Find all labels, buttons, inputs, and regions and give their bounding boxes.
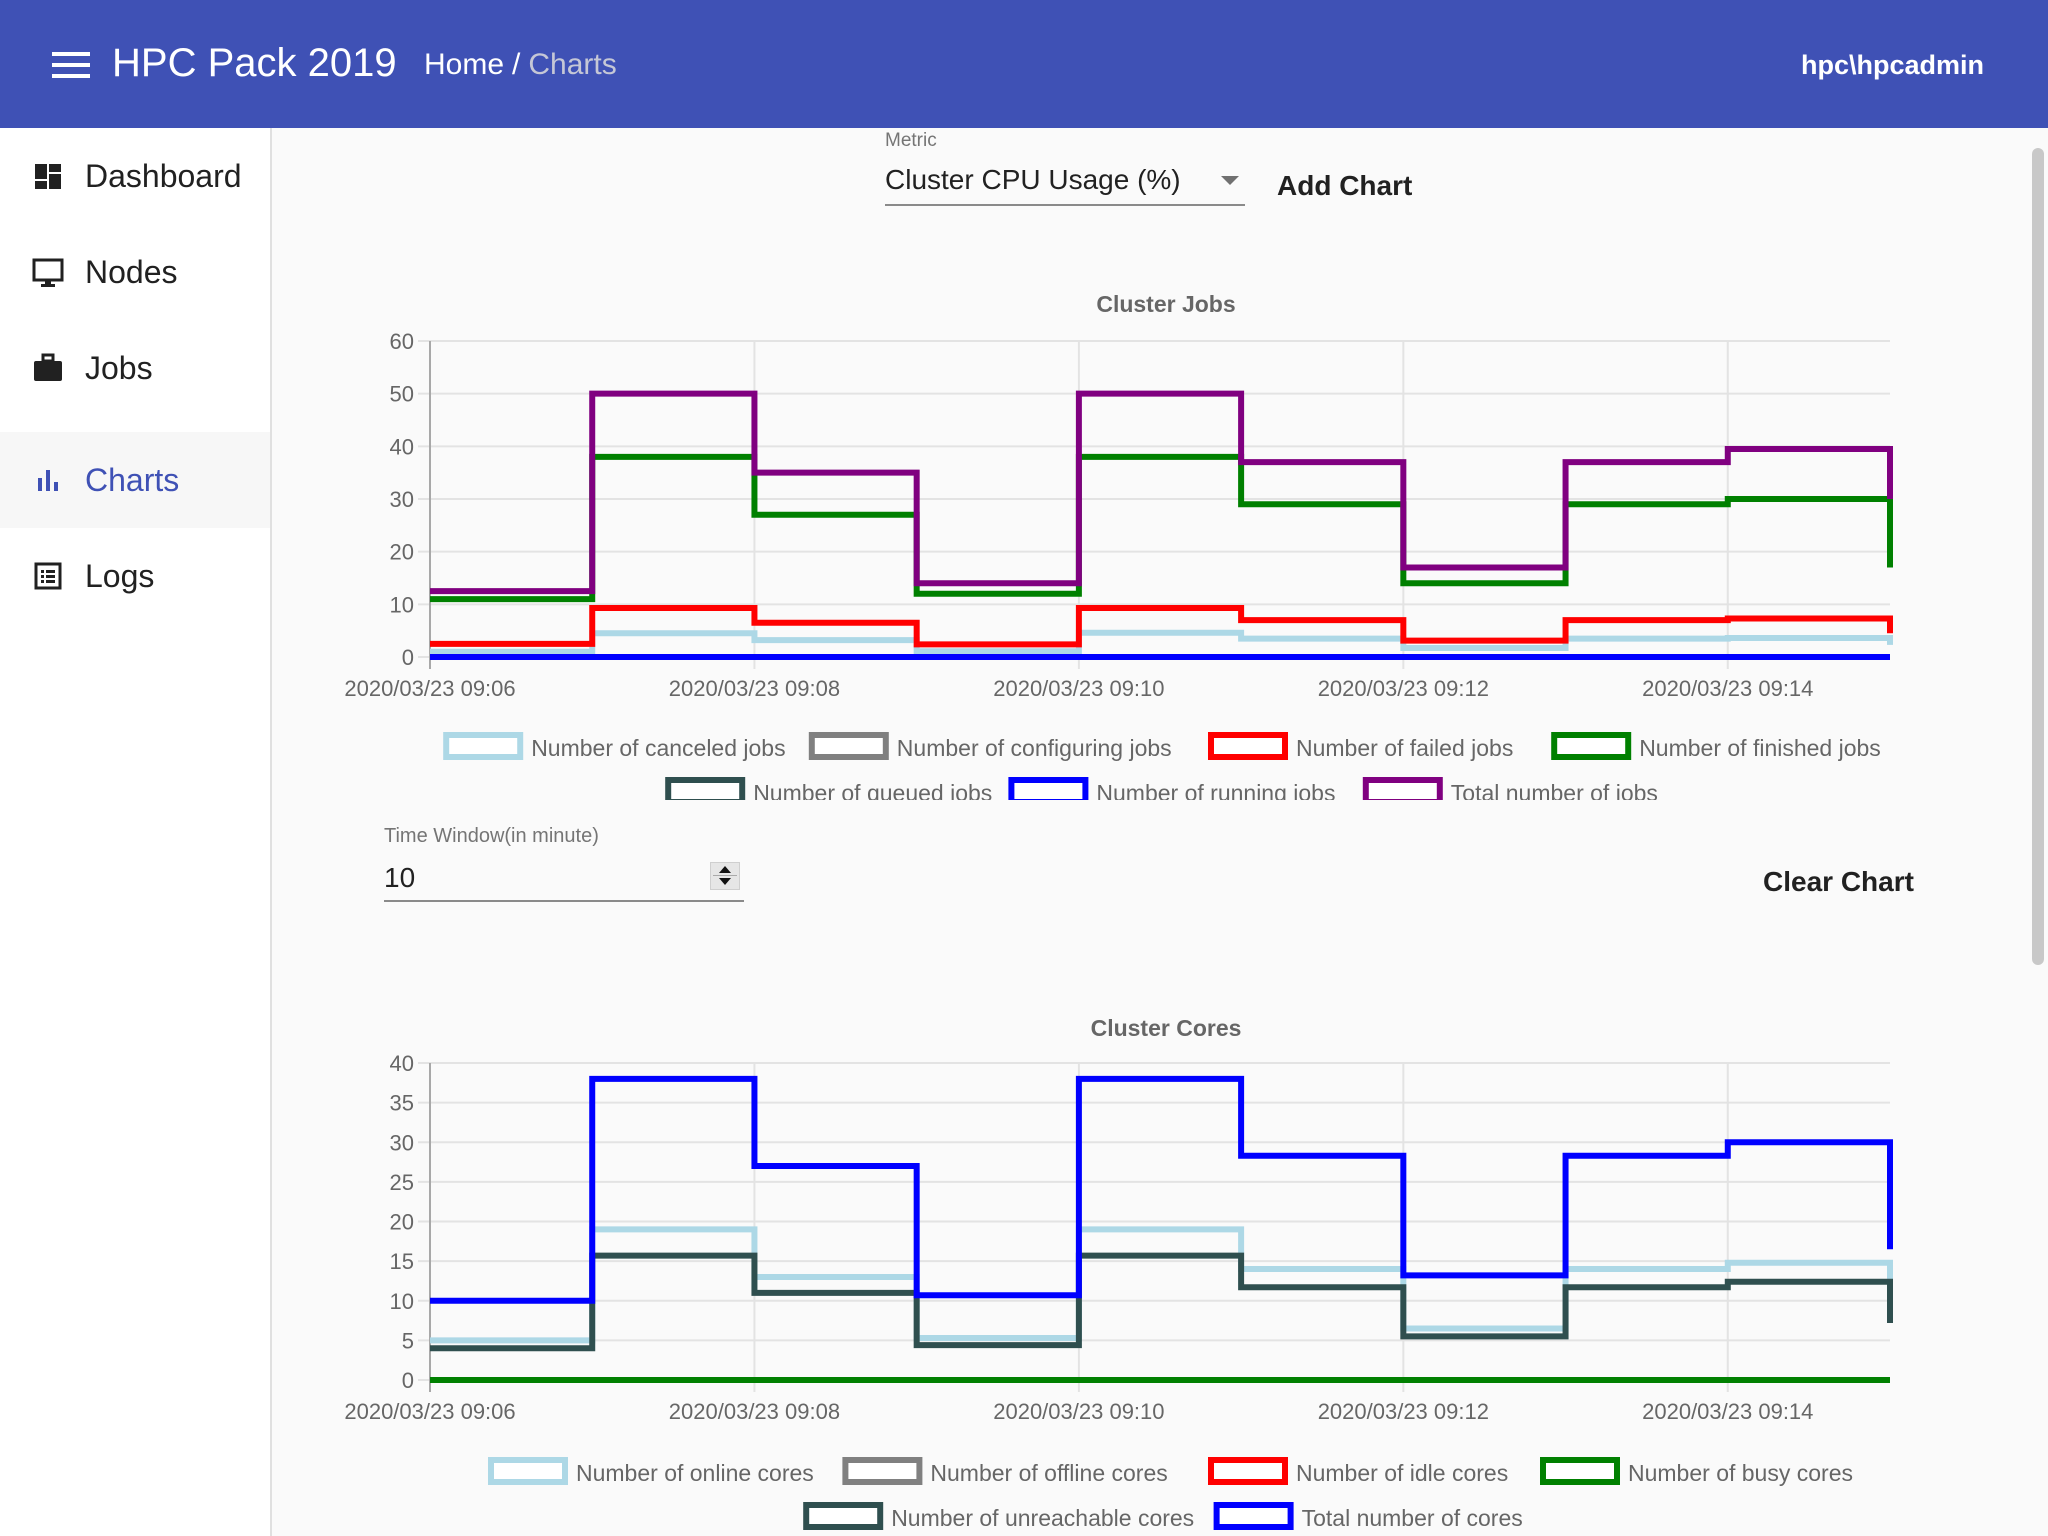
legend-item[interactable]: Number of failed jobs bbox=[1208, 732, 1513, 761]
legend-swatch bbox=[803, 1502, 884, 1530]
legend-label: Total number of cores bbox=[1302, 1505, 1523, 1531]
legend-item[interactable]: Number of configuring jobs bbox=[808, 732, 1172, 761]
chart-title: Cluster Cores bbox=[1091, 1015, 1242, 1041]
y-tick-label: 0 bbox=[402, 1368, 414, 1393]
y-tick-label: 20 bbox=[390, 540, 414, 565]
number-spinner[interactable] bbox=[710, 862, 740, 890]
cluster-jobs-chart: Cluster Jobs 0 10 20 30 40 50 60 2020/03/23 09:0… bbox=[344, 291, 1893, 800]
spinner-down-icon[interactable] bbox=[719, 878, 731, 885]
spinner-up-icon[interactable] bbox=[719, 866, 731, 873]
x-tick-label: 2020/03/23 09:08 bbox=[669, 676, 840, 701]
legend-swatch bbox=[1008, 777, 1089, 800]
metric-select-value: Cluster CPU Usage (%) bbox=[885, 164, 1181, 195]
legend-label: Number of online cores bbox=[576, 1460, 814, 1486]
app-header: HPC Pack 2019 Home / Charts hpc\hpcadmin bbox=[0, 0, 2048, 128]
legend-item[interactable]: Number of busy cores bbox=[1540, 1457, 1853, 1486]
y-tick-label: 30 bbox=[390, 487, 414, 512]
legend-swatch bbox=[443, 732, 524, 760]
legend-swatch bbox=[1213, 1502, 1294, 1530]
y-tick-label: 25 bbox=[390, 1170, 414, 1195]
x-tick-label: 2020/03/23 09:10 bbox=[993, 676, 1164, 701]
clear-chart-button[interactable]: Clear Chart bbox=[1763, 866, 1914, 898]
legend-label: Number of unreachable cores bbox=[891, 1505, 1194, 1531]
app-title: HPC Pack 2019 bbox=[112, 41, 397, 85]
legend-swatch bbox=[1540, 1457, 1620, 1485]
legend-label: Number of running jobs bbox=[1096, 780, 1335, 800]
user-account[interactable]: hpc\hpcadmin bbox=[1801, 48, 1984, 82]
y-tick-label: 60 bbox=[390, 329, 414, 354]
y-tick-label: 40 bbox=[390, 434, 414, 459]
y-tick-label: 15 bbox=[390, 1249, 414, 1274]
breadcrumb-separator: / bbox=[512, 48, 521, 81]
time-window-label: Time Window(in minute) bbox=[384, 825, 599, 847]
y-tick-label: 35 bbox=[390, 1091, 414, 1116]
dropdown-arrow-icon bbox=[1221, 176, 1239, 185]
x-tick-label: 2020/03/23 09:14 bbox=[1642, 1399, 1813, 1424]
legend-label: Number of canceled jobs bbox=[531, 735, 785, 761]
sidebar-item-dashboard[interactable]: Dashboard bbox=[0, 128, 270, 224]
scrollbar-thumb[interactable] bbox=[2032, 148, 2044, 965]
breadcrumb: Home / Charts bbox=[424, 46, 617, 84]
time-window-value: 10 bbox=[384, 862, 416, 893]
y-tick-label: 5 bbox=[402, 1328, 414, 1353]
x-tick-label: 2020/03/23 09:12 bbox=[1318, 1399, 1489, 1424]
legend-swatch bbox=[665, 777, 746, 800]
x-tick-label: 2020/03/23 09:06 bbox=[344, 676, 515, 701]
legend-item[interactable]: Number of running jobs bbox=[1008, 777, 1335, 800]
legend-swatch bbox=[1551, 732, 1632, 760]
y-tick-label: 50 bbox=[390, 382, 414, 407]
legend-item[interactable]: Number of idle cores bbox=[1208, 1457, 1508, 1486]
series-line-number-of-finished-jobs bbox=[430, 453, 1893, 603]
legend-label: Number of finished jobs bbox=[1639, 735, 1881, 761]
cluster-cores-chart: Cluster Cores 0 5 10 15 20 25 30 35 40 2020/03/23 … bbox=[344, 1015, 1893, 1531]
y-tick-label: 0 bbox=[402, 645, 414, 670]
breadcrumb-home-link[interactable]: Home bbox=[424, 48, 504, 81]
legend-label: Number of busy cores bbox=[1628, 1460, 1853, 1486]
legend-item[interactable]: Number of canceled jobs bbox=[443, 732, 786, 761]
legend-swatch bbox=[808, 732, 889, 760]
legend-label: Number of offline cores bbox=[930, 1460, 1167, 1486]
hamburger-menu-icon[interactable] bbox=[52, 52, 90, 78]
legend-item[interactable]: Number of offline cores bbox=[842, 1457, 1168, 1486]
series-line-total-number-of-jobs bbox=[430, 390, 1893, 595]
series-line-number-of-canceled-jobs bbox=[430, 629, 1893, 655]
y-tick-label: 10 bbox=[390, 1289, 414, 1314]
x-tick-label: 2020/03/23 09:14 bbox=[1642, 676, 1813, 701]
legend-label: Number of configuring jobs bbox=[897, 735, 1172, 761]
x-tick-label: 2020/03/23 09:10 bbox=[993, 1399, 1164, 1424]
legend-label: Number of failed jobs bbox=[1296, 735, 1513, 761]
legend-item[interactable]: Number of finished jobs bbox=[1551, 732, 1881, 761]
legend-swatch bbox=[1362, 777, 1443, 800]
sidebar-item-label: Dashboard bbox=[85, 158, 242, 194]
metric-label: Metric bbox=[885, 130, 937, 151]
legend-item[interactable]: Number of online cores bbox=[488, 1457, 814, 1486]
y-tick-label: 40 bbox=[390, 1051, 414, 1076]
legend-swatch bbox=[1208, 732, 1288, 760]
legend-swatch bbox=[1208, 1457, 1288, 1485]
time-window-input[interactable]: 10 bbox=[384, 856, 744, 902]
legend-item[interactable]: Total number of cores bbox=[1213, 1502, 1523, 1531]
legend-swatch bbox=[842, 1457, 923, 1485]
y-tick-label: 30 bbox=[390, 1130, 414, 1155]
legend-label: Number of queued jobs bbox=[753, 780, 992, 800]
legend-item[interactable]: Number of unreachable cores bbox=[803, 1502, 1194, 1531]
breadcrumb-current: Charts bbox=[528, 48, 617, 81]
x-tick-label: 2020/03/23 09:12 bbox=[1318, 676, 1489, 701]
legend-item[interactable]: Number of queued jobs bbox=[665, 777, 992, 800]
y-tick-label: 20 bbox=[390, 1210, 414, 1235]
x-tick-label: 2020/03/23 09:08 bbox=[669, 1399, 840, 1424]
chart-title: Cluster Jobs bbox=[1096, 291, 1235, 317]
metric-select[interactable]: Cluster CPU Usage (%) bbox=[885, 160, 1245, 206]
legend-item[interactable]: Total number of jobs bbox=[1362, 777, 1658, 800]
legend-label: Total number of jobs bbox=[1451, 780, 1658, 800]
legend-swatch bbox=[488, 1457, 568, 1485]
legend-label: Number of idle cores bbox=[1296, 1460, 1508, 1486]
dashboard-icon bbox=[35, 164, 61, 189]
y-tick-label: 10 bbox=[390, 592, 414, 617]
add-chart-button[interactable]: Add Chart bbox=[1277, 170, 1412, 202]
x-tick-label: 2020/03/23 09:06 bbox=[344, 1399, 515, 1424]
